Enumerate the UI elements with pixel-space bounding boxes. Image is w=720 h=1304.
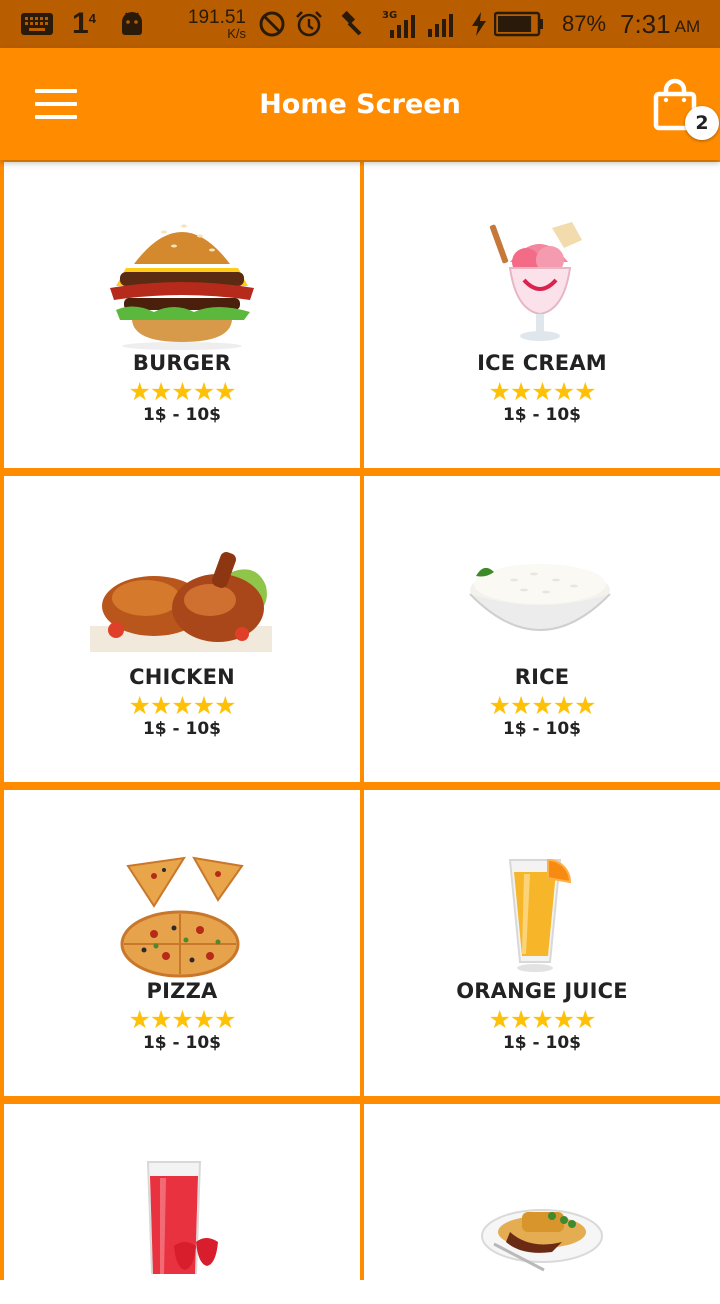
price-range: 1$ - 10$ [502, 719, 582, 739]
alarm-icon [294, 0, 324, 48]
app-bar: Home Screen [0, 48, 720, 160]
page-title: Home Screen [259, 88, 461, 120]
price-range: 1$ - 10$ [502, 1033, 582, 1053]
android-icon [118, 0, 146, 48]
charging-icon [470, 0, 488, 48]
food-name: ICE CREAM [477, 351, 607, 375]
svg-text:3G: 3G [382, 10, 397, 21]
pizza-image [4, 830, 360, 980]
pasta-plate-image [364, 1124, 720, 1274]
rating-stars: ★★★★★ [488, 377, 596, 406]
food-name: CHICKEN [129, 665, 235, 689]
food-card-ice-cream[interactable]: ICE CREAM ★★★★★ 1$ - 10$ [364, 162, 720, 468]
net-speed: 191.51 K/s [187, 7, 246, 41]
food-grid: BURGER ★★★★★ 1$ - 10$ ICE CREAM ★★★★★ 1$… [0, 160, 720, 1304]
food-card-orange-juice[interactable]: ORANGE JUICE ★★★★★ 1$ - 10$ [364, 790, 720, 1096]
food-name: RICE [514, 665, 570, 689]
do-not-disturb-icon [258, 0, 286, 48]
food-card-rice[interactable]: RICE ★★★★★ 1$ - 10$ [364, 476, 720, 782]
notification-count: 14 [72, 7, 96, 40]
food-name: BURGER [132, 351, 232, 375]
rating-stars: ★★★★★ [488, 1005, 596, 1034]
battery-percent: 87% [562, 11, 607, 36]
food-name: ORANGE JUICE [456, 979, 628, 1003]
rice-image [364, 516, 720, 666]
chicken-image [4, 516, 360, 666]
food-card-chicken[interactable]: CHICKEN ★★★★★ 1$ - 10$ [4, 476, 360, 782]
food-card-pizza[interactable]: PIZZA ★★★★★ 1$ - 10$ [4, 790, 360, 1096]
price-range: 1$ - 10$ [502, 405, 582, 425]
price-range: 1$ - 10$ [142, 405, 222, 425]
food-card-burger[interactable]: BURGER ★★★★★ 1$ - 10$ [4, 162, 360, 468]
burger-image [4, 202, 360, 352]
keyboard-icon [20, 0, 54, 48]
food-name: PIZZA [146, 979, 218, 1003]
signal-3g-icon: 3G [382, 0, 418, 48]
price-range: 1$ - 10$ [142, 1033, 222, 1053]
cart-count-badge: 2 [685, 106, 719, 140]
ice-cream-image [364, 202, 720, 352]
rating-stars: ★★★★★ [128, 691, 236, 720]
rating-stars: ★★★★★ [488, 691, 596, 720]
battery-icon [494, 0, 544, 48]
rating-stars: ★★★★★ [128, 377, 236, 406]
price-range: 1$ - 10$ [142, 719, 222, 739]
clock: 7:31 AM [620, 8, 701, 39]
orange-juice-image [364, 830, 720, 980]
food-card-pasta[interactable] [364, 1104, 720, 1304]
rating-stars: ★★★★★ [128, 1005, 236, 1034]
food-card-red-juice[interactable] [4, 1104, 360, 1304]
red-juice-image [4, 1124, 360, 1275]
hammer-icon [336, 0, 364, 48]
status-bar: 14 191.51 K/s 3G 87% 7:31 AM [0, 0, 720, 48]
signal-icon [426, 0, 456, 48]
